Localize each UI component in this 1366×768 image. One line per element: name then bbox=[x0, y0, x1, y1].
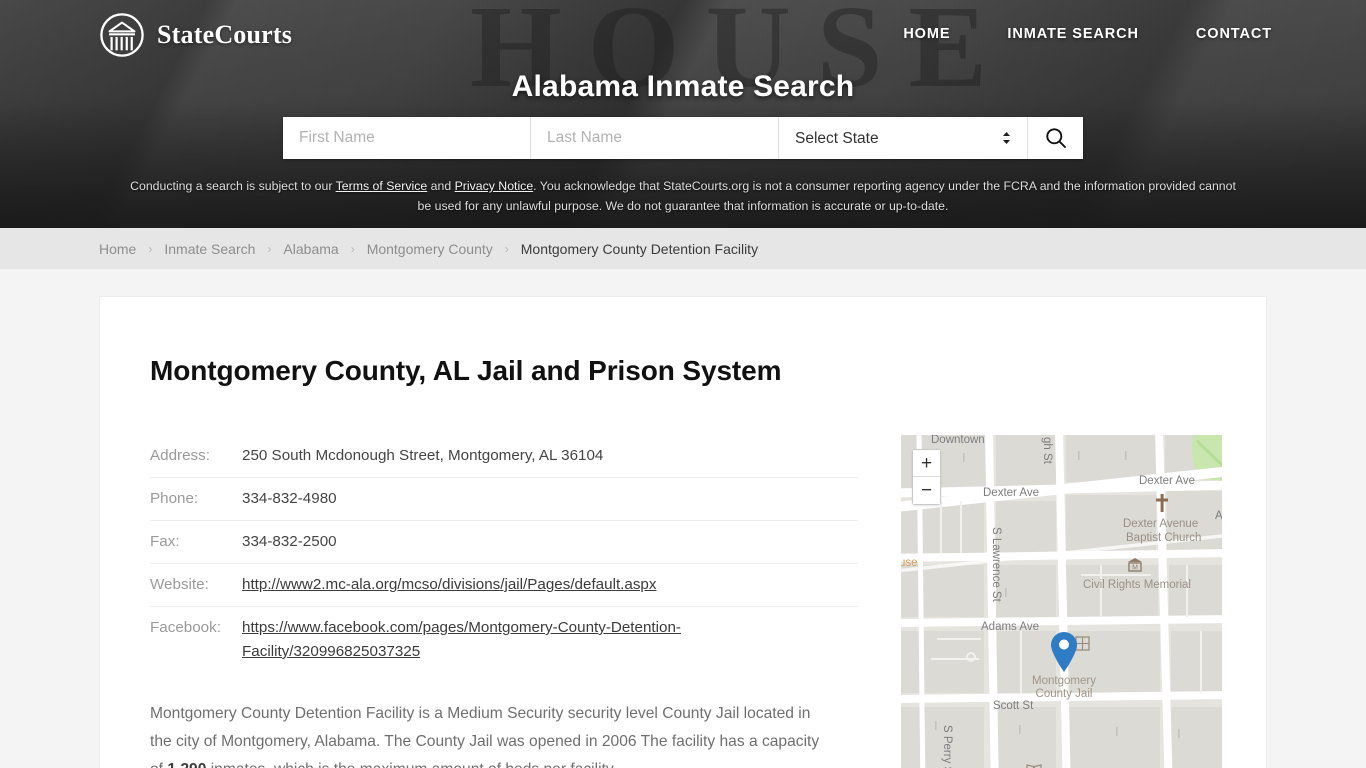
main-navigation: HOME INMATE SEARCH CONTACT bbox=[903, 26, 1272, 42]
map-label-s-perry-st: S Perry St bbox=[941, 725, 953, 768]
breadcrumb-separator-icon: › bbox=[148, 241, 153, 256]
table-row: Website: http://www2.mc-ala.org/mcso/div… bbox=[150, 563, 858, 607]
church-cross-icon bbox=[1156, 494, 1168, 512]
map-label-adams-ave: Adams Ave bbox=[981, 621, 1039, 633]
breadcrumb-item-alabama[interactable]: Alabama bbox=[283, 241, 338, 257]
breadcrumb-item-home[interactable]: Home bbox=[99, 241, 136, 257]
table-row: Facebook: https://www.facebook.com/pages… bbox=[150, 607, 858, 674]
description-before: Montgomery County Detention Facility is … bbox=[150, 705, 820, 768]
map-zoom-out-button[interactable]: − bbox=[913, 477, 940, 504]
content-card: Montgomery County, AL Jail and Prison Sy… bbox=[99, 296, 1267, 768]
privacy-notice-link[interactable]: Privacy Notice bbox=[455, 179, 534, 193]
breadcrumb-bar: Home › Inmate Search › Alabama › Montgom… bbox=[0, 228, 1366, 269]
map-label-dexter-ave-east: Dexter Ave bbox=[1139, 475, 1196, 487]
phone-label: Phone: bbox=[150, 477, 240, 521]
search-disclaimer: Conducting a search is subject to our Te… bbox=[0, 176, 1366, 216]
brand-name: StateCourts bbox=[157, 20, 293, 49]
breadcrumb-item-montgomery-county[interactable]: Montgomery County bbox=[367, 241, 493, 257]
nav-item-inmate-search[interactable]: INMATE SEARCH bbox=[1007, 26, 1138, 42]
map-marker-label-line1: Montgomery bbox=[1032, 675, 1096, 687]
map-label-partial-a: A bbox=[1215, 510, 1222, 522]
facility-description: Montgomery County Detention Facility is … bbox=[150, 700, 822, 768]
nav-item-home[interactable]: HOME bbox=[903, 26, 950, 42]
map-poi-dexter-avenue: Dexter Avenue bbox=[1123, 518, 1199, 530]
website-label: Website: bbox=[150, 563, 240, 607]
facility-details-column: Address: 250 South Mcdonough Street, Mon… bbox=[150, 435, 858, 768]
capacity-value: 1,290 bbox=[167, 761, 206, 768]
map-label-downtown: Downtown bbox=[931, 435, 985, 446]
breadcrumb-item-inmate-search[interactable]: Inmate Search bbox=[164, 241, 255, 257]
facebook-link[interactable]: https://www.facebook.com/pages/Montgomer… bbox=[242, 619, 681, 660]
site-header: HOUSE StateCourts HOME INMATE SEARCH CON… bbox=[0, 0, 1366, 228]
top-navigation-row: StateCourts HOME INMATE SEARCH CONTACT bbox=[0, 0, 1366, 72]
search-icon bbox=[1045, 128, 1066, 148]
map-poi-baptist-church: Baptist Church bbox=[1126, 532, 1202, 544]
phone-value: 334-832-4980 bbox=[240, 477, 858, 521]
fax-value: 334-832-2500 bbox=[240, 520, 858, 564]
website-value: http://www2.mc-ala.org/mcso/divisions/ja… bbox=[240, 563, 858, 607]
facility-details-table: Address: 250 South Mcdonough Street, Mon… bbox=[150, 435, 858, 673]
svg-text:M: M bbox=[1132, 565, 1138, 572]
breadcrumb: Home › Inmate Search › Alabama › Montgom… bbox=[0, 241, 758, 257]
table-row: Address: 250 South Mcdonough Street, Mon… bbox=[150, 435, 858, 478]
page-title: Montgomery County, AL Jail and Prison Sy… bbox=[150, 355, 782, 386]
disclaimer-text-2: and bbox=[427, 179, 455, 193]
map-poi-civil-rights-memorial: Civil Rights Memorial bbox=[1083, 579, 1191, 591]
page-body: Montgomery County, AL Jail and Prison Sy… bbox=[0, 269, 1366, 768]
map-marker-label-line2: County Jail bbox=[1035, 688, 1093, 700]
map-pin-icon[interactable] bbox=[1049, 631, 1079, 673]
facebook-value: https://www.facebook.com/pages/Montgomer… bbox=[240, 607, 858, 674]
brand-logo-link[interactable]: StateCourts bbox=[99, 12, 292, 58]
description-after: inmates, which is the maximum amount of … bbox=[206, 761, 617, 768]
map-label-mcdonough-st: gh St bbox=[1041, 437, 1053, 464]
website-link[interactable]: http://www2.mc-ala.org/mcso/divisions/ja… bbox=[242, 576, 656, 593]
first-name-input[interactable] bbox=[283, 117, 531, 159]
state-select-wrapper: Select StateAlabamaAlaskaArizonaArkansas… bbox=[779, 117, 1028, 159]
map-zoom-control: + − bbox=[912, 449, 941, 505]
breadcrumb-separator-icon: › bbox=[267, 241, 272, 256]
breadcrumb-separator-icon: › bbox=[504, 241, 509, 256]
disclaimer-text-1: Conducting a search is subject to our bbox=[130, 179, 336, 193]
map-label-s-lawrence-st: S Lawrence St bbox=[990, 527, 1002, 602]
terms-of-service-link[interactable]: Terms of Service bbox=[336, 179, 428, 193]
map-column: + − Downtown gh St Dexter Ave Dexter Ave… bbox=[858, 435, 1222, 768]
museum-icon: M bbox=[1128, 558, 1142, 572]
disclaimer-text-3: . You acknowledge that StateCourts.org i… bbox=[417, 179, 1236, 213]
last-name-input[interactable] bbox=[531, 117, 779, 159]
state-select[interactable]: Select StateAlabamaAlaskaArizonaArkansas… bbox=[779, 117, 1027, 159]
address-label: Address: bbox=[150, 435, 240, 478]
map-label-dexter-ave-west: Dexter Ave bbox=[983, 487, 1040, 499]
hero-title: Alabama Inmate Search bbox=[511, 70, 855, 103]
nav-item-contact[interactable]: CONTACT bbox=[1196, 26, 1272, 42]
content-columns: Address: 250 South Mcdonough Street, Mon… bbox=[150, 435, 1222, 768]
book-icon bbox=[1026, 764, 1042, 768]
map-marker-label: Montgomery County Jail bbox=[1023, 675, 1105, 701]
map-label-scott-st: Scott St bbox=[993, 700, 1034, 712]
search-submit-button[interactable] bbox=[1028, 117, 1083, 159]
breadcrumb-item-current: Montgomery County Detention Facility bbox=[520, 240, 759, 257]
fax-label: Fax: bbox=[150, 520, 240, 564]
address-value: 250 South Mcdonough Street, Montgomery, … bbox=[240, 435, 858, 478]
table-row: Phone: 334-832-4980 bbox=[150, 477, 858, 521]
courthouse-circle-logo-icon bbox=[100, 13, 144, 57]
table-row: Fax: 334-832-2500 bbox=[150, 520, 858, 564]
inmate-search-form: Select StateAlabamaAlaskaArizonaArkansas… bbox=[283, 117, 1083, 159]
facebook-label: Facebook: bbox=[150, 619, 221, 636]
location-map[interactable]: + − Downtown gh St Dexter Ave Dexter Ave… bbox=[901, 435, 1222, 768]
map-zoom-in-button[interactable]: + bbox=[913, 450, 940, 477]
breadcrumb-separator-icon: › bbox=[350, 241, 355, 256]
map-label-courthouse-partial: use bbox=[901, 557, 918, 569]
